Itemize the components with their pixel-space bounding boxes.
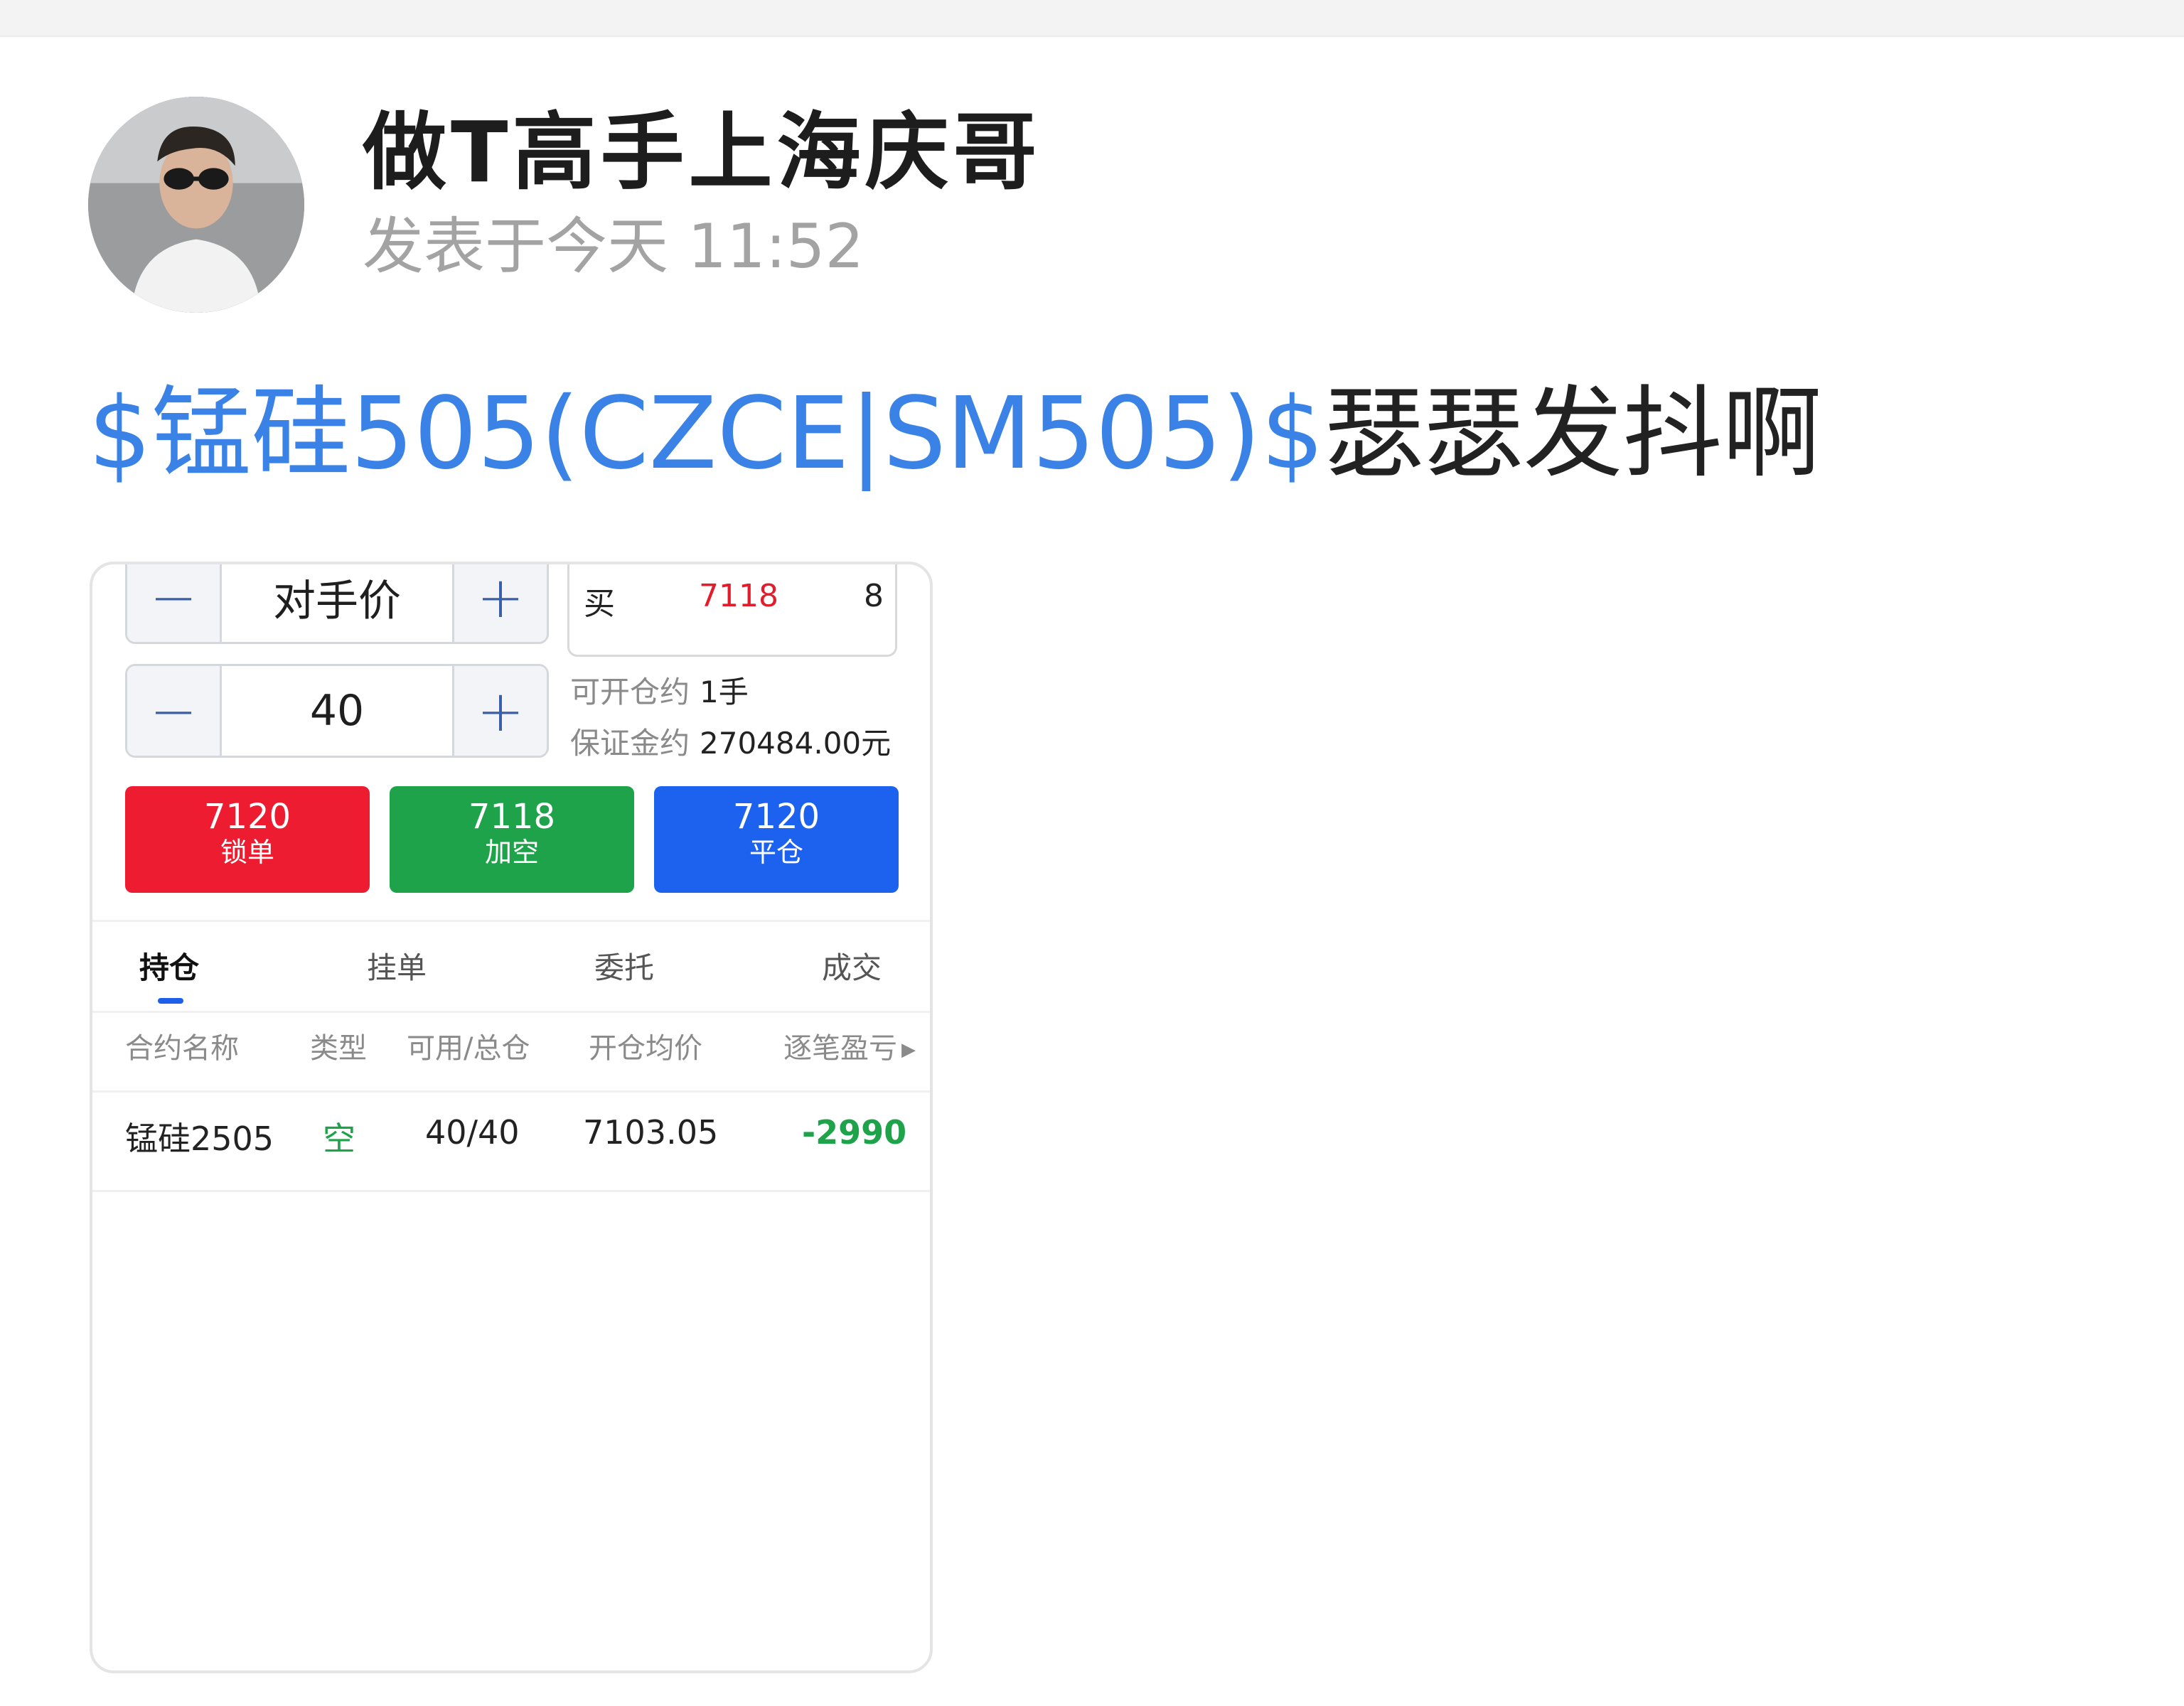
lock-order-button[interactable]: 7120 锁单 bbox=[125, 786, 370, 893]
price-type-increment-button[interactable]: + bbox=[452, 564, 547, 642]
add-short-price: 7118 bbox=[468, 797, 556, 837]
openable-info: 可开仓约 1手 bbox=[570, 668, 749, 712]
quote-box: 买 7118 8 bbox=[567, 564, 897, 657]
tab-pending-orders[interactable]: 挂单 bbox=[367, 944, 427, 987]
position-pnl: -2990 bbox=[802, 1113, 907, 1152]
divider bbox=[92, 920, 930, 922]
openable-value: 1手 bbox=[700, 675, 749, 709]
quote-side-label: 买 bbox=[584, 586, 615, 622]
active-tab-indicator bbox=[158, 998, 183, 1004]
price-type-decrement-button[interactable]: − bbox=[127, 564, 222, 642]
avatar[interactable] bbox=[88, 97, 304, 313]
tab-orders[interactable]: 委托 bbox=[594, 944, 654, 987]
close-position-label: 平仓 bbox=[749, 837, 803, 869]
avatar-photo-icon bbox=[88, 97, 304, 313]
column-header-pnl[interactable]: 逐笔盈亏 ▶ bbox=[783, 1025, 916, 1066]
divider bbox=[92, 1011, 930, 1013]
quote-price: 7118 bbox=[699, 578, 778, 614]
column-header-avail-total: 可用/总仓 bbox=[407, 1032, 530, 1065]
price-type-value[interactable]: 对手价 bbox=[222, 564, 452, 642]
top-status-bar bbox=[0, 0, 2184, 37]
post-timestamp: 发表于今天 11:52 bbox=[363, 211, 864, 282]
quantity-stepper: − 40 + bbox=[125, 664, 549, 758]
margin-info: 保证金约 270484.00元 bbox=[570, 719, 891, 763]
column-header-avg-price: 开仓均价 bbox=[589, 1032, 702, 1065]
close-position-price: 7120 bbox=[732, 797, 820, 837]
position-avail-total: 40/40 bbox=[425, 1113, 520, 1152]
add-short-button[interactable]: 7118 加空 bbox=[390, 786, 634, 893]
quote-volume: 8 bbox=[864, 578, 884, 614]
divider bbox=[92, 1090, 930, 1093]
position-avg-price: 7103.05 bbox=[583, 1113, 719, 1152]
post-body-text: 瑟瑟发抖啊 bbox=[1324, 376, 1822, 492]
quantity-input[interactable]: 40 bbox=[222, 666, 452, 756]
lock-order-label: 锁单 bbox=[220, 837, 274, 869]
price-type-stepper: − 对手价 + bbox=[125, 564, 549, 644]
stock-link[interactable]: $锰硅505(CZCE|SM505)$ bbox=[88, 376, 1324, 492]
column-header-type: 类型 bbox=[310, 1032, 367, 1065]
tab-trades[interactable]: 成交 bbox=[822, 944, 882, 987]
column-header-pnl-label: 逐笔盈亏 bbox=[783, 1032, 897, 1065]
position-type: 空 bbox=[323, 1120, 355, 1158]
attached-screenshot-card[interactable]: − 对手价 + 买 7118 8 − 40 + 可开仓约 1手 保证金约 27048… bbox=[90, 562, 933, 1673]
quantity-decrement-button[interactable]: − bbox=[127, 666, 222, 756]
column-header-contract: 合约名称 bbox=[125, 1032, 239, 1065]
quantity-increment-button[interactable]: + bbox=[452, 666, 547, 756]
divider bbox=[92, 1190, 930, 1192]
close-position-button[interactable]: 7120 平仓 bbox=[654, 786, 899, 893]
tab-positions[interactable]: 持仓 bbox=[139, 944, 199, 987]
author-name[interactable]: 做T高手上海庆哥 bbox=[363, 106, 1042, 199]
add-short-label: 加空 bbox=[484, 837, 539, 869]
scroll-right-icon[interactable]: ▶ bbox=[901, 1039, 916, 1061]
post-content: $锰硅505(CZCE|SM505)$瑟瑟发抖啊 bbox=[88, 377, 1822, 491]
openable-label: 可开仓约 bbox=[570, 675, 690, 709]
margin-value: 270484.00元 bbox=[700, 726, 892, 761]
margin-label: 保证金约 bbox=[570, 726, 690, 761]
lock-order-price: 7120 bbox=[203, 797, 291, 837]
position-contract: 锰硅2505 bbox=[125, 1120, 274, 1158]
